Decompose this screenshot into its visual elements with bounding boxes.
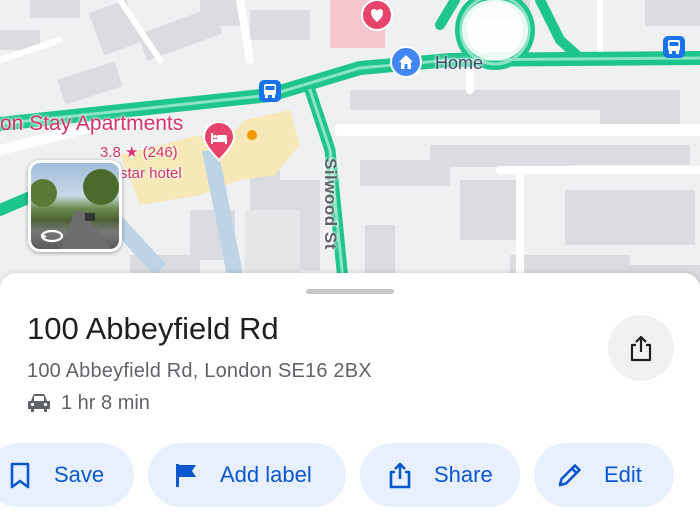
place-title: 100 Abbeyfield Rd — [27, 311, 279, 346]
street-view-rotate-icon — [40, 229, 64, 243]
place-details-sheet[interactable]: 100 Abbeyfield Rd 100 Abbeyfield Rd, Lon… — [0, 273, 700, 513]
save-label: Save — [54, 462, 105, 487]
bookmark-icon — [10, 462, 30, 489]
bus-stop-icon[interactable] — [663, 36, 685, 58]
home-icon[interactable] — [390, 46, 422, 78]
map-view[interactable]: Home on Stay Apartments 3.8 ★ (246) star… — [0, 0, 700, 306]
share-icon-button[interactable] — [608, 315, 674, 381]
add-label-label: Add label — [220, 462, 312, 487]
share-button[interactable]: Share — [360, 443, 520, 507]
save-button[interactable]: Save — [0, 443, 134, 507]
flag-icon — [176, 464, 196, 487]
travel-time-row[interactable]: 1 hr 8 min — [27, 390, 150, 416]
bed-icon[interactable] — [202, 121, 236, 162]
share-label: Share — [434, 462, 493, 487]
hotel-type-label: star hotel — [120, 165, 182, 182]
share-icon — [389, 462, 411, 489]
add-label-button[interactable]: Add label — [148, 443, 346, 507]
home-label: Home — [435, 53, 484, 73]
street-name-label: Silwood St — [321, 158, 340, 250]
pencil-icon — [558, 464, 581, 487]
place-address: 100 Abbeyfield Rd, London SE16 2BX — [27, 360, 372, 382]
hotel-name-label[interactable]: on Stay Apartments — [0, 112, 183, 136]
edit-label: Edit — [604, 462, 642, 487]
hotel-rating-label: 3.8 ★ (246) — [100, 144, 178, 161]
heart-icon[interactable] — [360, 0, 394, 34]
travel-time: 1 hr 8 min — [61, 391, 150, 414]
share-icon — [630, 335, 652, 362]
drag-handle[interactable] — [306, 289, 394, 294]
street-view-thumbnail[interactable] — [28, 160, 122, 252]
bus-stop-icon[interactable] — [259, 80, 281, 102]
edit-button[interactable]: Edit — [534, 443, 674, 507]
car-icon — [28, 394, 50, 412]
